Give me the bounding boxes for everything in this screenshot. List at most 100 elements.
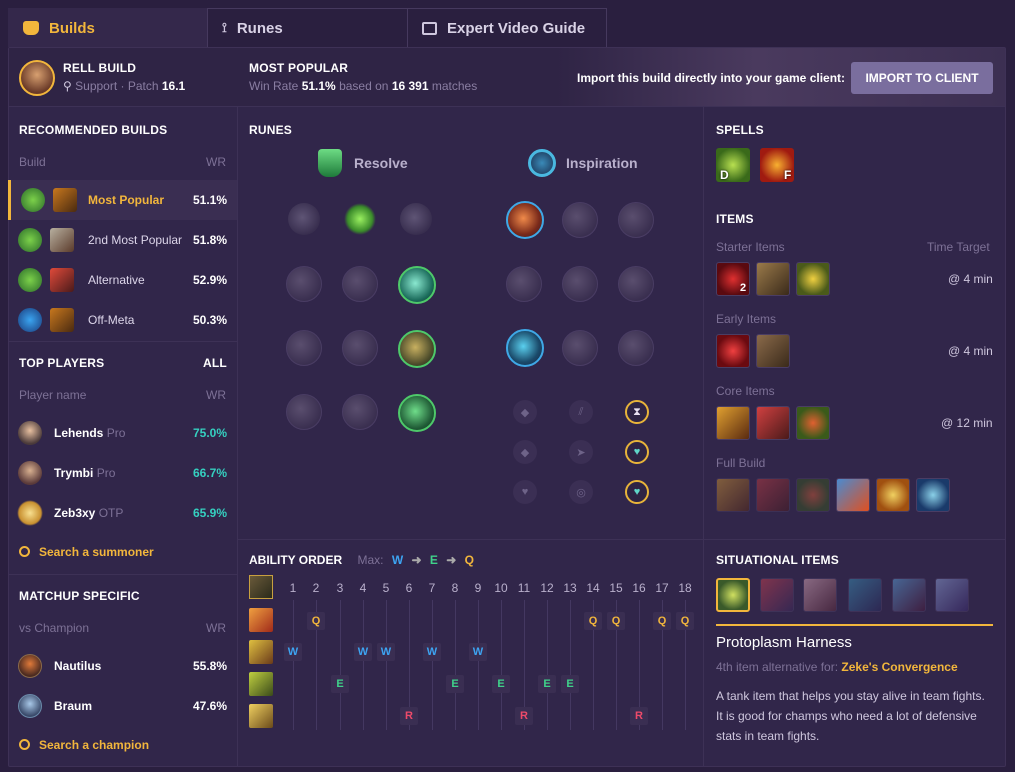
matchup-name: Braum: [54, 699, 93, 713]
build-row-2nd-popular[interactable]: 2nd Most Popular 51.8%: [8, 220, 237, 260]
player-row[interactable]: Lehends Pro 75.0%: [8, 413, 237, 453]
ability-level-w: W: [377, 643, 395, 661]
shard-ability-haste-icon[interactable]: ⧗: [625, 400, 649, 424]
shard-move-speed-icon[interactable]: ➤: [569, 440, 593, 464]
thornmail-item-icon[interactable]: [916, 478, 950, 512]
ruby-crystal-item-icon[interactable]: [716, 334, 750, 368]
abyssal-mask-item-icon[interactable]: [935, 578, 969, 612]
player-wr: 65.9%: [192, 506, 227, 520]
tab-builds[interactable]: Builds: [8, 8, 207, 47]
early-items-label: Early Items: [716, 312, 777, 326]
world-atlas-item-icon[interactable]: [756, 262, 790, 296]
video-icon: [422, 21, 437, 35]
bloodsong-item-icon[interactable]: [716, 478, 750, 512]
ability-level-q: Q: [607, 612, 625, 630]
player-row[interactable]: Trymbi Pro 66.7%: [8, 453, 237, 493]
max-third: Q: [464, 553, 475, 567]
knights-vow-item-icon[interactable]: [876, 478, 910, 512]
shard-tenacity-icon[interactable]: ◎: [569, 480, 593, 504]
tab-expert-video[interactable]: Expert Video Guide: [407, 8, 607, 47]
rune-time-warp-tonic-icon[interactable]: [562, 266, 598, 302]
passive-icon: [249, 575, 273, 599]
rune-magical-footwear-icon[interactable]: [562, 202, 598, 238]
build-name: Most Popular: [88, 193, 165, 207]
rune-cash-back-icon[interactable]: [618, 202, 654, 238]
build-row-most-popular[interactable]: Most Popular 51.1%: [8, 180, 237, 220]
spells-icon: [21, 188, 45, 212]
rune-demolish-icon[interactable]: [286, 266, 322, 302]
builds-col-wr: WR: [206, 155, 226, 169]
max-second: E: [429, 553, 438, 567]
force-of-nature-item-icon[interactable]: [892, 578, 926, 612]
secondary-tree-label: Inspiration: [566, 155, 638, 171]
matchup-row[interactable]: Braum 47.6%: [8, 686, 237, 726]
shard-adaptive-icon[interactable]: ◆: [513, 400, 537, 424]
core-items-label: Core Items: [716, 384, 775, 398]
rune-guardian-icon[interactable]: [400, 203, 432, 235]
w-ability-icon: [249, 640, 273, 664]
arrow-icon: ➜: [411, 553, 422, 567]
tab-runes[interactable]: ⟟ Runes: [207, 8, 408, 47]
player-tag: Pro: [96, 466, 116, 480]
rune-grasp-icon[interactable]: [288, 203, 320, 235]
alt-item-link[interactable]: Zeke's Convergence: [841, 660, 957, 674]
ward-item-icon[interactable]: [796, 262, 830, 296]
locket-item-icon[interactable]: [796, 478, 830, 512]
rune-triple-tonic-icon[interactable]: [506, 266, 542, 302]
rune-cosmic-insight-icon[interactable]: [506, 329, 544, 367]
rune-conditioning-icon[interactable]: [286, 330, 322, 366]
builds-icon: [23, 21, 39, 35]
rune-overgrowth-icon[interactable]: [286, 394, 322, 430]
ability-level-e: E: [331, 675, 349, 693]
shard-attack-speed-icon[interactable]: ⫽: [569, 400, 593, 424]
rune-jack-of-all-trades-icon[interactable]: [618, 330, 654, 366]
rune-biscuit-icon[interactable]: [618, 266, 654, 302]
rune-shield-bash-icon[interactable]: [398, 266, 436, 304]
matchup-row[interactable]: Nautilus 55.8%: [8, 646, 237, 686]
build-row-off-meta[interactable]: Off-Meta 50.3%: [8, 300, 237, 340]
ability-level-e: E: [446, 675, 464, 693]
search-champion-link[interactable]: Search a champion: [19, 738, 149, 752]
kaenic-rookern-item-icon[interactable]: [848, 578, 882, 612]
plated-steelcaps-item-icon[interactable]: [756, 478, 790, 512]
shard-health-icon[interactable]: ♥: [625, 480, 649, 504]
spell-key-f: F: [784, 168, 792, 182]
primary-tree-label: Resolve: [354, 155, 408, 171]
zekes-convergence-item-icon[interactable]: [836, 478, 870, 512]
rune-hextech-flashtraption-icon[interactable]: [506, 201, 544, 239]
player-name: Zeb3xy: [54, 506, 96, 520]
player-row[interactable]: Zeb3xy OTP 65.9%: [8, 493, 237, 533]
shard-health-scaling-icon[interactable]: ♥: [625, 440, 649, 464]
early-time: @ 4 min: [948, 344, 993, 358]
build-row-alternative[interactable]: Alternative 52.9%: [8, 260, 237, 300]
inspiration-tree-icon: [528, 149, 556, 177]
rune-approach-velocity-icon[interactable]: [562, 330, 598, 366]
ability-order-header: ABILITY ORDER Max: W ➜ E ➜ Q: [249, 553, 474, 567]
level-number: 4: [359, 581, 367, 595]
rune-second-wind-icon[interactable]: [342, 330, 378, 366]
r-ability-icon: [249, 704, 273, 728]
rune-revitalize-icon[interactable]: [342, 394, 378, 430]
bloodsong-item-icon[interactable]: [716, 406, 750, 440]
shard-health-icon[interactable]: ♥: [513, 480, 537, 504]
protoplasm-harness-item-icon[interactable]: [716, 578, 750, 612]
top-players-all-link[interactable]: ALL: [203, 356, 227, 370]
randuins-item-icon[interactable]: [803, 578, 837, 612]
rune-unflinching-icon[interactable]: [398, 394, 436, 432]
matchup-col-wr: WR: [206, 621, 226, 635]
frozen-heart-item-icon[interactable]: [760, 578, 794, 612]
rune-font-of-life-icon[interactable]: [342, 266, 378, 302]
locket-item-icon[interactable]: [796, 406, 830, 440]
shard-adaptive-icon[interactable]: ◆: [513, 440, 537, 464]
avatar: [18, 694, 42, 718]
matchup-name: Nautilus: [54, 659, 102, 673]
rune-bone-plating-icon[interactable]: [398, 330, 436, 368]
ability-level-q: Q: [584, 612, 602, 630]
plated-steelcaps-item-icon[interactable]: [756, 406, 790, 440]
role-patch: ⚲ Support · Patch 16.1: [63, 79, 186, 93]
boots-item-icon[interactable]: [756, 334, 790, 368]
rune-aftershock-icon[interactable]: [344, 203, 376, 235]
level-guide-line: [293, 600, 294, 730]
import-button[interactable]: IMPORT TO CLIENT: [851, 62, 993, 94]
search-summoner-link[interactable]: Search a summoner: [19, 545, 154, 559]
